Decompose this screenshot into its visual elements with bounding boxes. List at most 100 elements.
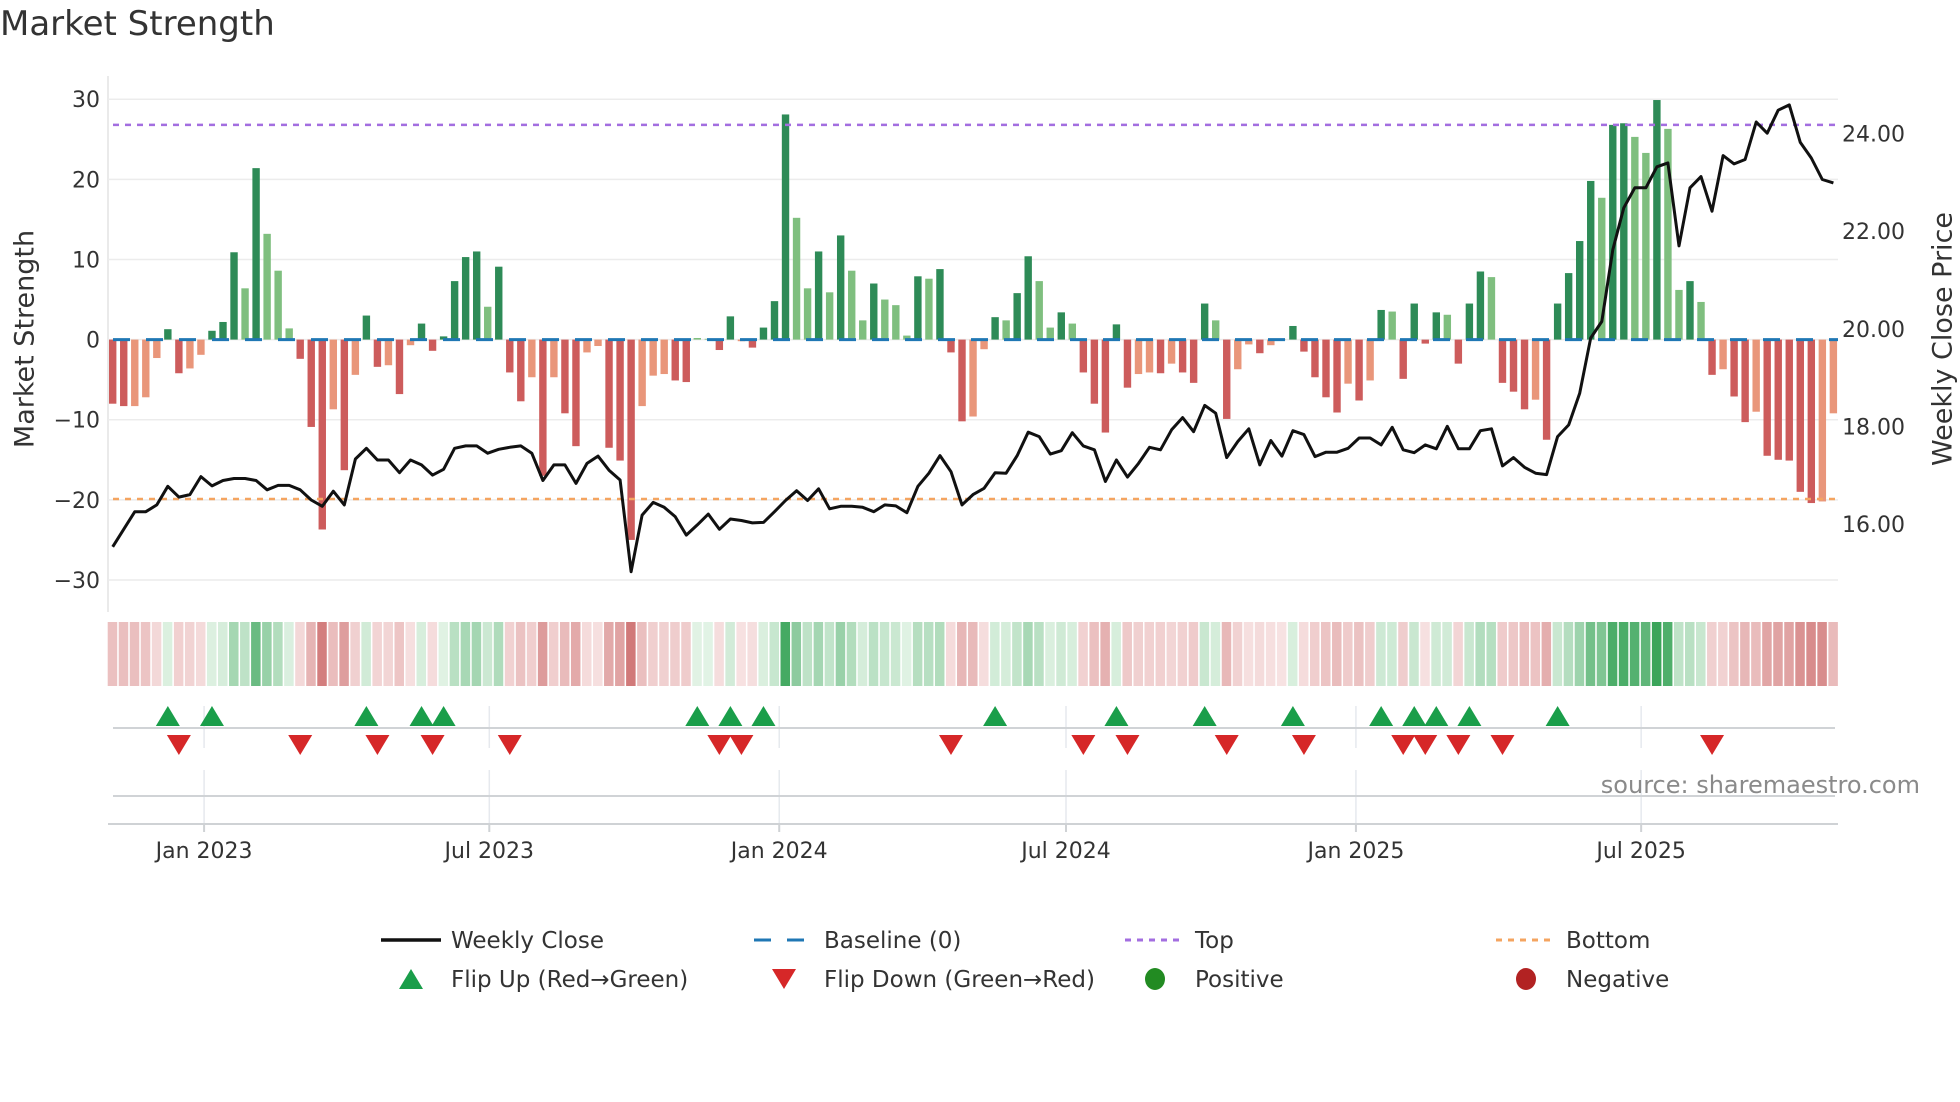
heat-cell <box>460 622 471 686</box>
left-axis: −30 −20 −10 0 10 20 30 <box>54 88 100 594</box>
negative-bar <box>1366 339 1374 381</box>
negative-bar <box>1509 339 1518 392</box>
heat-cell <box>482 622 493 686</box>
heat-cell <box>1762 622 1772 686</box>
heat-cell <box>317 622 327 686</box>
negative-bar <box>638 339 646 407</box>
positive-bar <box>848 270 856 340</box>
heat-cell <box>1784 622 1794 686</box>
legend-baseline-0-label: Baseline (0) <box>824 928 961 954</box>
flip-down-marker <box>1446 735 1471 755</box>
negative-bar <box>649 339 657 376</box>
positive-bar <box>1631 136 1639 340</box>
heat-cell <box>769 622 779 686</box>
heat-cell <box>350 622 360 686</box>
heat-cell <box>1287 622 1298 686</box>
heat-cell <box>1607 622 1618 686</box>
negative-bar <box>671 339 679 381</box>
heat-cell <box>1254 622 1265 686</box>
positive-bar <box>1553 303 1562 340</box>
positive-bar <box>263 233 271 340</box>
heat-cell <box>1718 622 1728 686</box>
positive-bar <box>1443 314 1452 340</box>
heat-cell <box>129 622 140 686</box>
heat-cell <box>1662 622 1673 686</box>
negative-bar <box>1829 339 1838 414</box>
heat-cell <box>1111 622 1121 686</box>
positive-bar <box>1487 277 1496 340</box>
heat-cell <box>118 622 129 686</box>
heat-cell <box>493 622 504 686</box>
y2-tick-label: 24.00 <box>1842 123 1905 148</box>
heat-cell <box>1541 622 1552 686</box>
negative-bar <box>1807 339 1816 504</box>
heat-cell <box>1574 622 1585 686</box>
heat-cell <box>107 622 118 686</box>
heat-cell <box>1232 622 1243 686</box>
heat-cell <box>1177 622 1188 686</box>
x-tick-label: Jul 2025 <box>1594 839 1686 864</box>
heat-cell <box>162 622 173 686</box>
positive-bar <box>472 251 481 340</box>
positive-bar <box>164 329 172 340</box>
negative-bar <box>715 339 724 351</box>
negative-bar <box>1333 339 1341 413</box>
heat-cell <box>1453 622 1463 686</box>
positive-bar <box>759 327 768 340</box>
heat-cell <box>1387 622 1397 686</box>
negative-bar <box>1774 339 1782 460</box>
flip-markers-panel <box>113 706 1835 824</box>
heat-cell <box>824 622 835 686</box>
negative-bar <box>605 339 613 448</box>
legend-positive-icon <box>1145 968 1165 990</box>
negative-bar <box>1134 339 1143 375</box>
flip-down-marker <box>1700 735 1725 755</box>
legend-flip-up-red-green-label: Flip Up (Red→Green) <box>451 967 688 993</box>
negative-bar <box>1454 339 1463 364</box>
heat-cell <box>791 622 802 686</box>
positive-bar <box>1432 312 1440 340</box>
heat-cell <box>747 622 757 686</box>
positive-bar <box>1212 320 1220 340</box>
heat-cell <box>890 622 901 686</box>
flip-up-marker <box>1192 706 1217 726</box>
heat-cell <box>1673 622 1684 686</box>
heat-cell <box>1321 622 1331 686</box>
flip-up-marker <box>718 706 743 726</box>
heat-cell <box>1155 622 1166 686</box>
flip-up-marker <box>1104 706 1129 726</box>
positive-bar <box>803 288 812 340</box>
heat-cell <box>1552 622 1563 686</box>
flip-up-marker <box>1402 706 1427 726</box>
flip-down-marker <box>1214 735 1239 755</box>
negative-bar <box>175 339 183 374</box>
y-axis-label: Market Strength <box>10 230 41 448</box>
heat-cell <box>1343 622 1353 686</box>
positive-bar <box>892 305 900 340</box>
flip-up-marker <box>354 706 379 726</box>
heat-cell <box>802 622 813 686</box>
heat-cell <box>273 622 283 686</box>
positive-bar <box>1410 303 1418 340</box>
positive-bar <box>1377 309 1385 340</box>
legend-item: Flip Down (Green→Red) <box>772 967 1095 993</box>
negative-bar <box>528 339 536 378</box>
heat-cell <box>1486 622 1496 686</box>
positive-bar <box>1046 327 1054 340</box>
heat-cell <box>581 622 592 686</box>
flip-down-marker <box>1413 735 1438 755</box>
negative-bar <box>1344 339 1352 384</box>
negative-bar <box>1090 339 1099 404</box>
legend-flip-down-green-red-label: Flip Down (Green→Red) <box>824 967 1095 993</box>
positive-bar <box>881 299 889 340</box>
flip-down-marker <box>1391 735 1416 755</box>
negative-bar <box>1708 339 1716 375</box>
negative-bar <box>627 339 635 540</box>
heat-cell <box>206 622 217 686</box>
heat-cell <box>615 622 625 686</box>
heat-cell <box>1508 622 1519 686</box>
negative-bar <box>1796 339 1804 492</box>
heat-cell <box>1519 622 1530 686</box>
positive-bar <box>836 235 845 340</box>
heat-cell <box>1640 622 1651 686</box>
